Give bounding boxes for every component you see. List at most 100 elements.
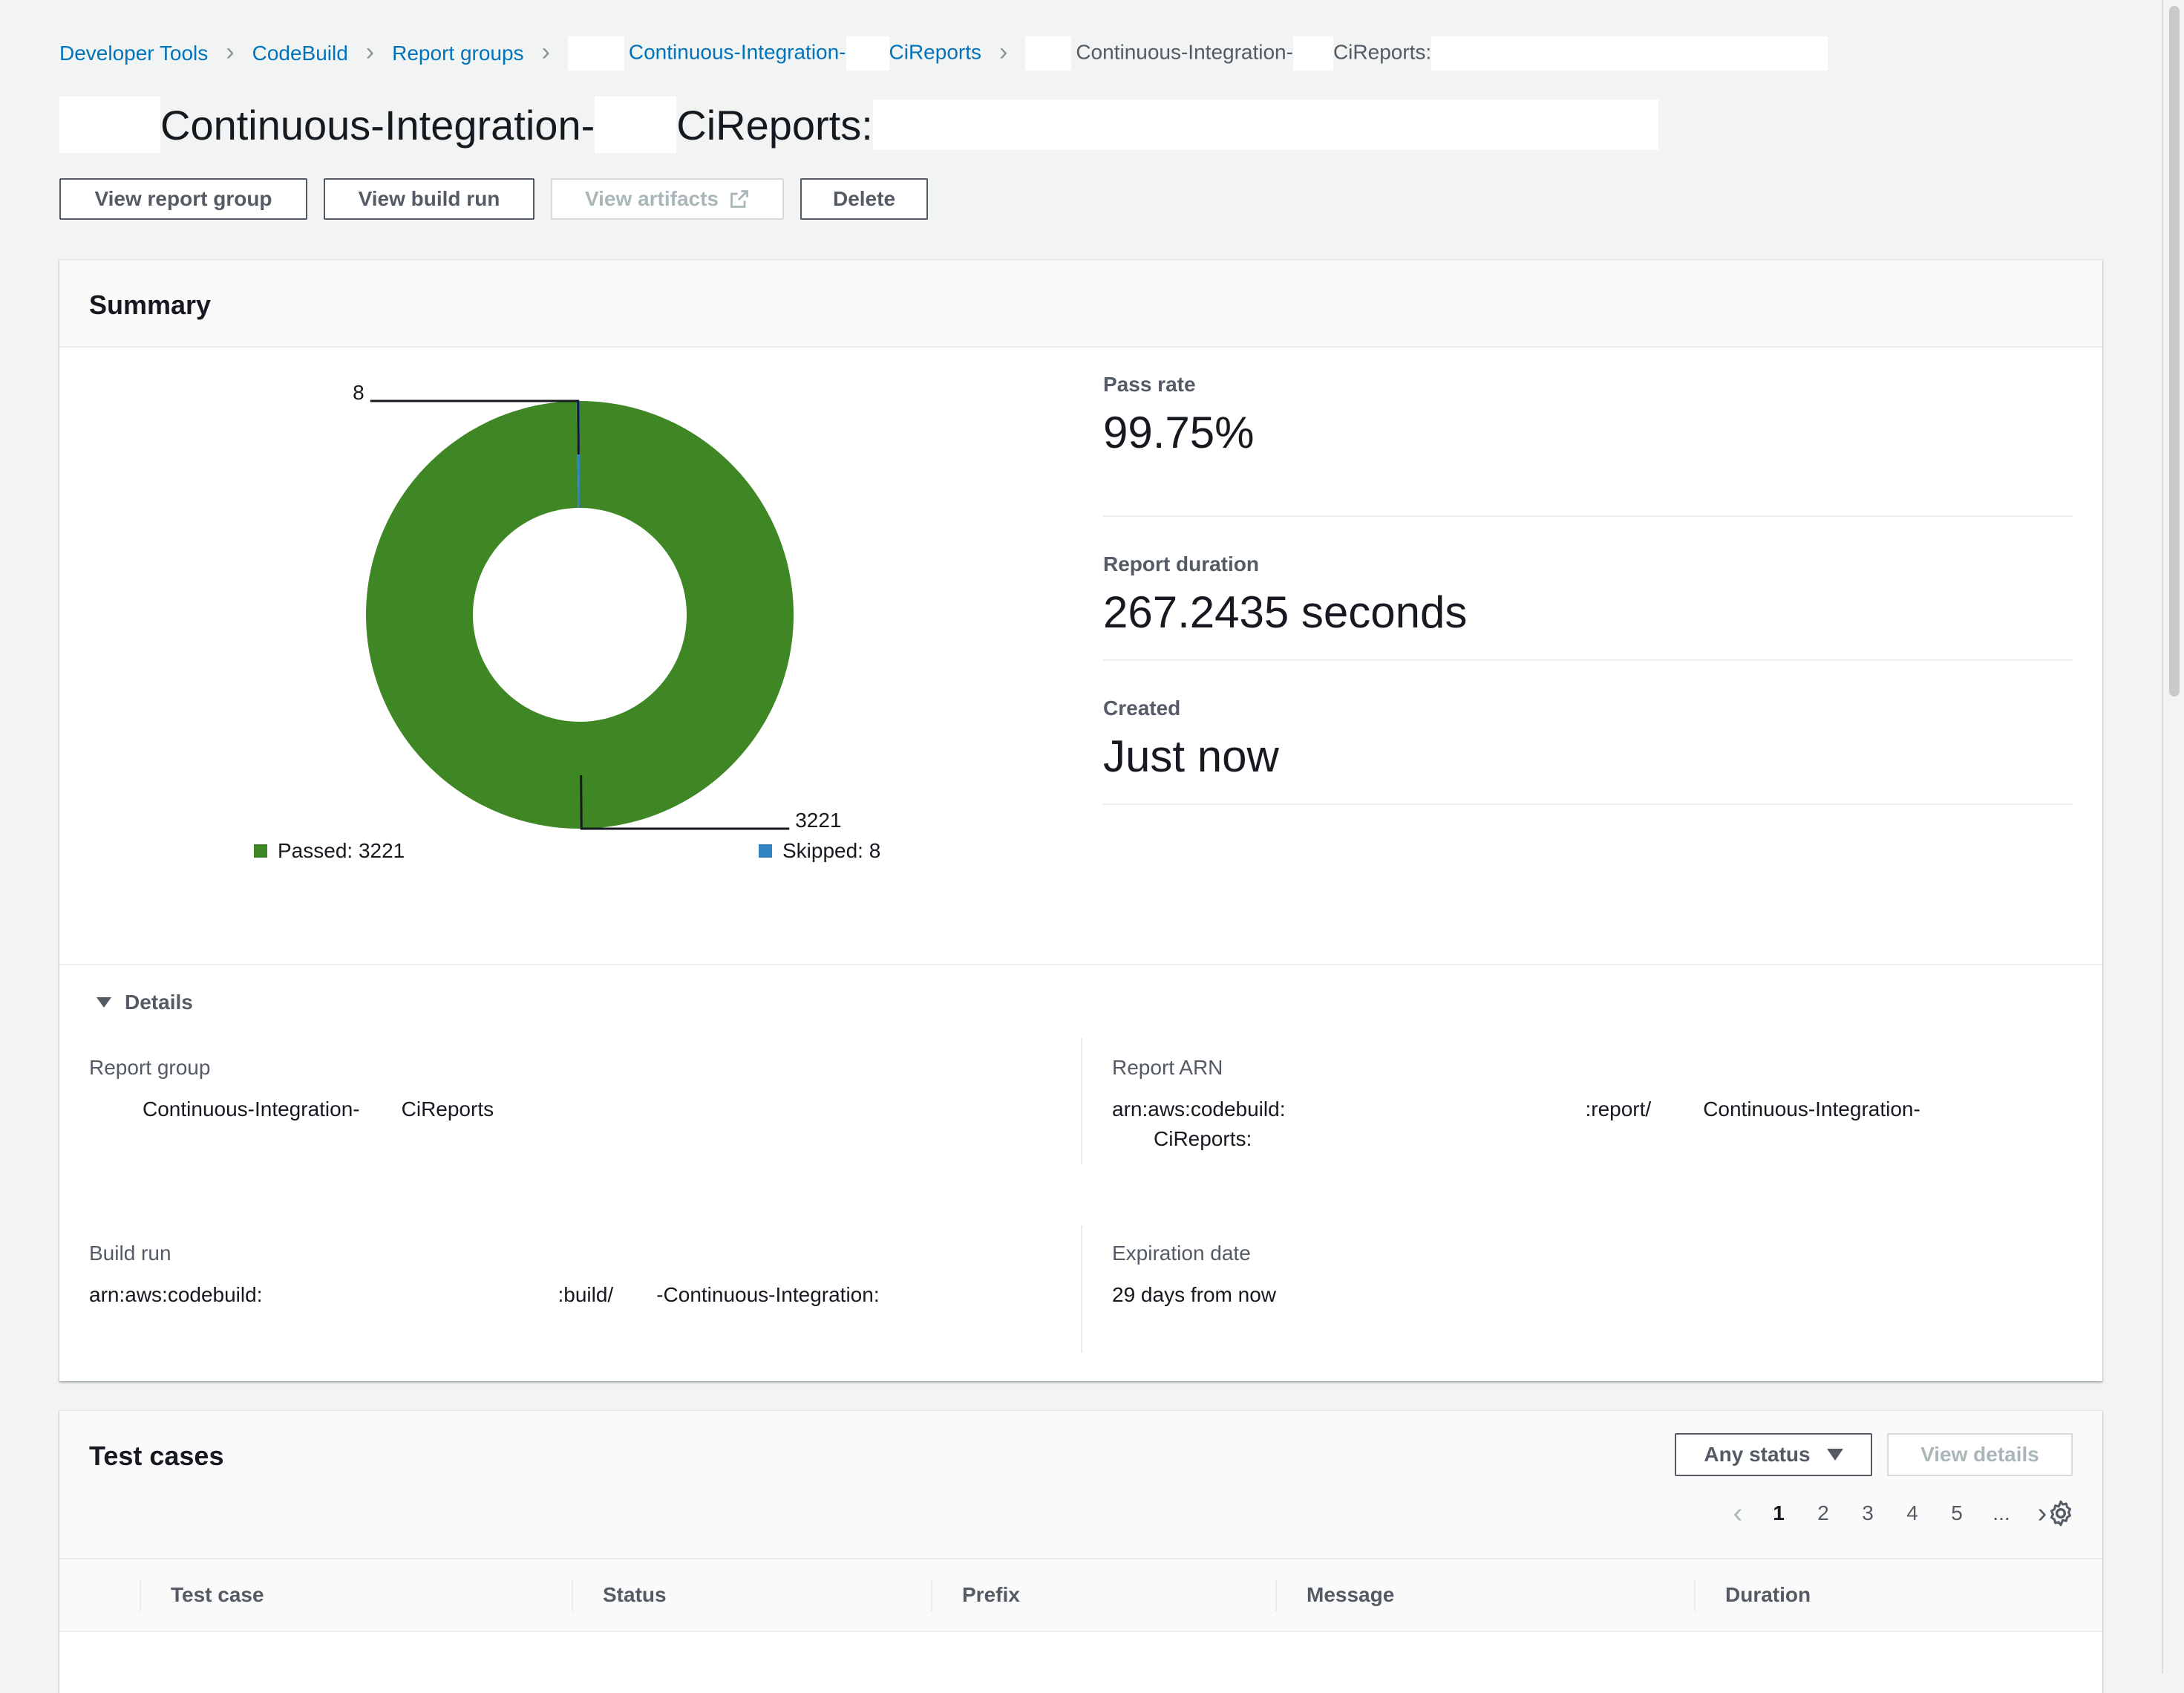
redacted-text	[1292, 36, 1333, 71]
page-1[interactable]: 1	[1756, 1501, 1801, 1525]
skipped-swatch	[759, 844, 772, 858]
status-filter-value: Any status	[1704, 1443, 1811, 1466]
report-arn-line-1: arn:aws:codebuild: :report/Continuous-Int…	[1112, 1095, 1920, 1124]
data-label-skipped: 8	[353, 381, 364, 404]
view-build-run-button[interactable]: View build run	[324, 178, 534, 220]
expiration-date-label: Expiration date	[1112, 1242, 1251, 1265]
chevron-right-icon: ›	[365, 37, 375, 66]
page-ellipsis: ...	[1992, 1501, 2010, 1524]
column-divider	[1694, 1580, 1696, 1611]
report-group-field: Report group Continuous-Integration- CiRe…	[89, 1056, 494, 1124]
build-run-label: Build run	[89, 1242, 171, 1265]
report-duration-label: Report duration	[1103, 552, 1259, 575]
build-run-line-1: arn:aws:codebuild::build/ -Continuous-Int…	[89, 1280, 880, 1310]
breadcrumb: Developer Tools › CodeBuild › Report gro…	[59, 36, 1828, 71]
view-artifacts-label: View artifacts	[584, 187, 719, 210]
breadcrumb-report-group[interactable]: Continuous-Integration- CiReports	[629, 36, 981, 71]
action-bar: View report group View build run View ar…	[59, 178, 928, 220]
details-toggle-label: Details	[125, 991, 193, 1014]
breadcrumb-report-group-part1: Continuous-Integration-	[628, 40, 846, 64]
breadcrumb-current-part1: Continuous-Integration-	[1076, 40, 1293, 64]
redacted-text	[1025, 36, 1072, 71]
report-arn-line-2: CiReports:	[1112, 1124, 1920, 1154]
passed-swatch	[254, 844, 267, 858]
page-2[interactable]: 2	[1801, 1501, 1845, 1525]
column-divider	[1275, 1580, 1277, 1611]
caret-down-icon	[97, 997, 111, 1008]
settings-gear-icon[interactable]	[2046, 1498, 2076, 1528]
data-label-passed: 3221	[795, 809, 841, 832]
breadcrumb-codebuild[interactable]: CodeBuild	[252, 42, 348, 65]
redacted-text	[89, 1097, 143, 1124]
delete-button[interactable]: Delete	[800, 178, 928, 220]
breadcrumb-report-groups[interactable]: Report groups	[392, 42, 523, 65]
pagination: ‹ 1 2 3 4 5 ... ›	[1719, 1491, 2061, 1536]
page-3[interactable]: 3	[1845, 1501, 1890, 1525]
pass-rate-stat: Pass rate 99.75%	[1103, 373, 2073, 517]
pie-chart: 8 3221 Passed: 3221 Skipped: 8	[59, 348, 1084, 882]
report-arn-part2: :report/	[1585, 1097, 1652, 1120]
legend-passed-label: Passed: 3221	[278, 839, 405, 862]
view-report-group-button[interactable]: View report group	[59, 178, 307, 220]
scrollbar-track[interactable]	[2163, 0, 2184, 1674]
column-header-prefix[interactable]: Prefix	[962, 1559, 1020, 1631]
column-header-test-case[interactable]: Test case	[171, 1559, 264, 1631]
report-group-value-part1: Continuous-Integration-	[143, 1097, 360, 1120]
test-cases-panel: Test cases Any status View details ‹ 1 2…	[59, 1411, 2102, 1693]
legend-item-skipped[interactable]: Skipped: 8	[759, 839, 880, 863]
column-divider	[1081, 1038, 1082, 1164]
report-group-label: Report group	[89, 1056, 211, 1079]
redacted-text	[262, 1282, 558, 1310]
report-arn-field: Report ARN arn:aws:codebuild: :report/Con…	[1112, 1056, 1920, 1154]
pass-rate-label: Pass rate	[1103, 373, 1196, 396]
page-4[interactable]: 4	[1890, 1501, 1935, 1525]
status-filter-select[interactable]: Any status	[1675, 1433, 1872, 1476]
external-link-icon	[730, 190, 748, 208]
breadcrumb-developer-tools[interactable]: Developer Tools	[59, 42, 208, 65]
caret-down-icon	[1826, 1449, 1843, 1461]
view-artifacts-button[interactable]: View artifacts	[551, 178, 784, 220]
scrollbar-thumb[interactable]	[2169, 6, 2180, 697]
report-group-value-part2: CiReports	[401, 1097, 494, 1120]
breadcrumb-current: Continuous-Integration- CiReports:	[1076, 36, 1431, 71]
build-run-part1: arn:aws:codebuild:	[89, 1283, 263, 1306]
column-header-duration[interactable]: Duration	[1725, 1559, 1811, 1631]
redacted-text	[359, 1097, 402, 1124]
pass-rate-value: 99.75%	[1103, 408, 1255, 457]
legend-item-passed[interactable]: Passed: 3221	[254, 839, 405, 863]
details-toggle[interactable]: Details	[97, 991, 193, 1014]
build-run-part2: :build/	[558, 1283, 614, 1306]
summary-stats: Pass rate 99.75% Report duration 267.243…	[1103, 373, 2073, 805]
column-header-status[interactable]: Status	[603, 1559, 667, 1631]
legend-skipped-label: Skipped: 8	[782, 839, 881, 862]
pie-slice-passed[interactable]	[366, 401, 794, 829]
build-run-field: Build run arn:aws:codebuild::build/ -Cont…	[89, 1242, 880, 1310]
expiration-date-field: Expiration date 29 days from now	[1112, 1242, 1276, 1310]
details-divider	[59, 964, 2102, 965]
page-title-part2: CiReports:	[676, 101, 873, 149]
column-divider	[140, 1580, 141, 1611]
chevron-right-icon: ›	[541, 37, 550, 66]
chevron-right-icon: ›	[999, 37, 1008, 66]
column-header-message[interactable]: Message	[1307, 1559, 1394, 1631]
created-stat: Created Just now	[1103, 661, 2073, 805]
table-header: Test case Status Prefix Message Duration	[59, 1559, 2102, 1632]
report-arn-part3: Continuous-Integration-	[1703, 1097, 1920, 1120]
redacted-text	[846, 36, 889, 71]
report-arn-line2-text: CiReports:	[1154, 1127, 1252, 1150]
view-details-button[interactable]: View details	[1887, 1433, 2073, 1476]
redacted-text	[1285, 1097, 1586, 1124]
build-run-value[interactable]: arn:aws:codebuild::build/ -Continuous-Int…	[89, 1280, 880, 1310]
redacted-text	[567, 36, 624, 71]
test-cases-title: Test cases	[89, 1441, 224, 1471]
report-duration-value: 267.2435 seconds	[1103, 587, 1468, 637]
created-label: Created	[1103, 697, 1181, 720]
report-duration-stat: Report duration 267.2435 seconds	[1103, 517, 2073, 661]
report-arn-part1: arn:aws:codebuild:	[1112, 1097, 1286, 1120]
report-group-value[interactable]: Continuous-Integration- CiReports	[89, 1095, 494, 1124]
redacted-text	[1431, 36, 1828, 71]
page-5[interactable]: 5	[1935, 1501, 1979, 1525]
redacted-text	[59, 97, 160, 153]
previous-page-icon[interactable]: ‹	[1719, 1498, 1756, 1530]
report-arn-label: Report ARN	[1112, 1056, 1223, 1079]
